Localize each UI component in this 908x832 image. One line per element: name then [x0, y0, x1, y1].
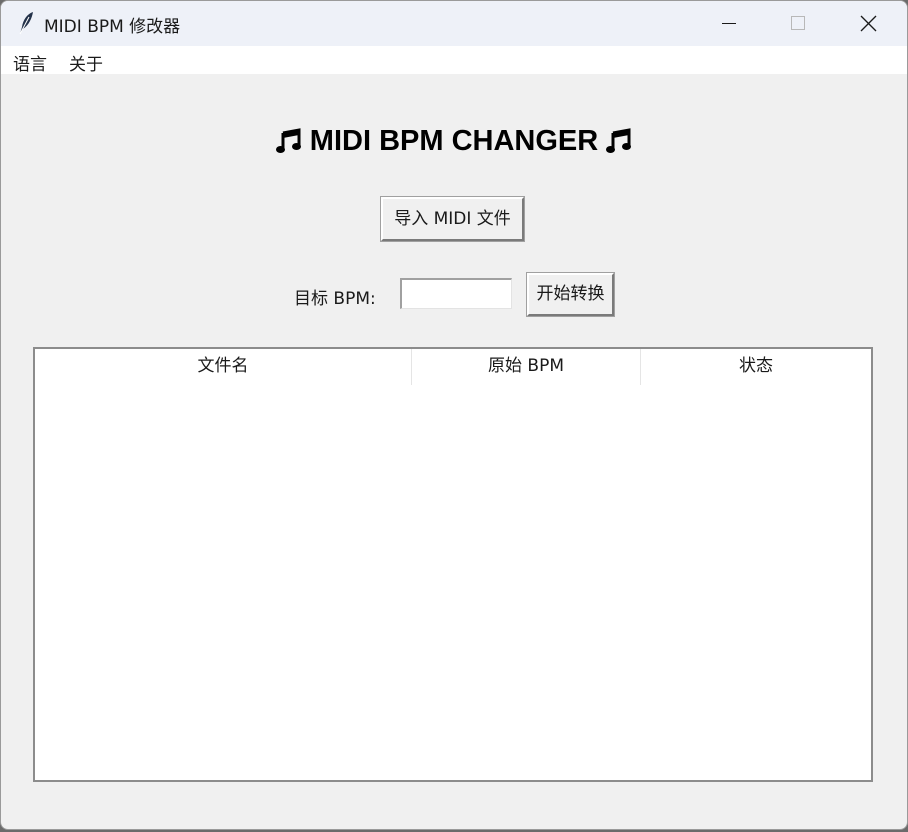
- page-title: MIDI BPM CHANGER: [1, 125, 907, 162]
- music-note-icon: [606, 128, 632, 162]
- target-bpm-input[interactable]: [400, 278, 512, 309]
- menu-language[interactable]: 语言: [13, 50, 47, 75]
- music-note-icon: [275, 128, 302, 162]
- maximize-button[interactable]: [762, 1, 832, 46]
- column-header-status[interactable]: 状态: [641, 349, 871, 385]
- column-header-original-bpm[interactable]: 原始 BPM: [412, 349, 641, 385]
- menu-bar: 语言 关于: [1, 46, 907, 75]
- heading-text: MIDI BPM CHANGER: [309, 125, 599, 157]
- start-convert-button[interactable]: 开始转换: [527, 273, 614, 316]
- maximize-icon: [791, 16, 805, 30]
- column-header-filename[interactable]: 文件名: [35, 349, 412, 385]
- menu-about[interactable]: 关于: [69, 50, 103, 75]
- close-button[interactable]: [832, 1, 902, 46]
- minimize-icon: [722, 23, 736, 24]
- minimize-button[interactable]: [693, 1, 763, 46]
- close-icon: [860, 15, 877, 32]
- app-window: MIDI BPM 修改器 语言 关于 MIDI BPM CHANGER 导入 M…: [0, 0, 908, 830]
- feather-icon: [17, 11, 35, 35]
- file-table[interactable]: 文件名 原始 BPM 状态: [33, 347, 873, 782]
- window-title: MIDI BPM 修改器: [44, 17, 181, 37]
- target-bpm-label: 目标 BPM:: [294, 289, 376, 309]
- import-midi-button[interactable]: 导入 MIDI 文件: [381, 197, 524, 241]
- title-bar[interactable]: MIDI BPM 修改器: [1, 1, 907, 46]
- table-header: 文件名 原始 BPM 状态: [35, 349, 871, 385]
